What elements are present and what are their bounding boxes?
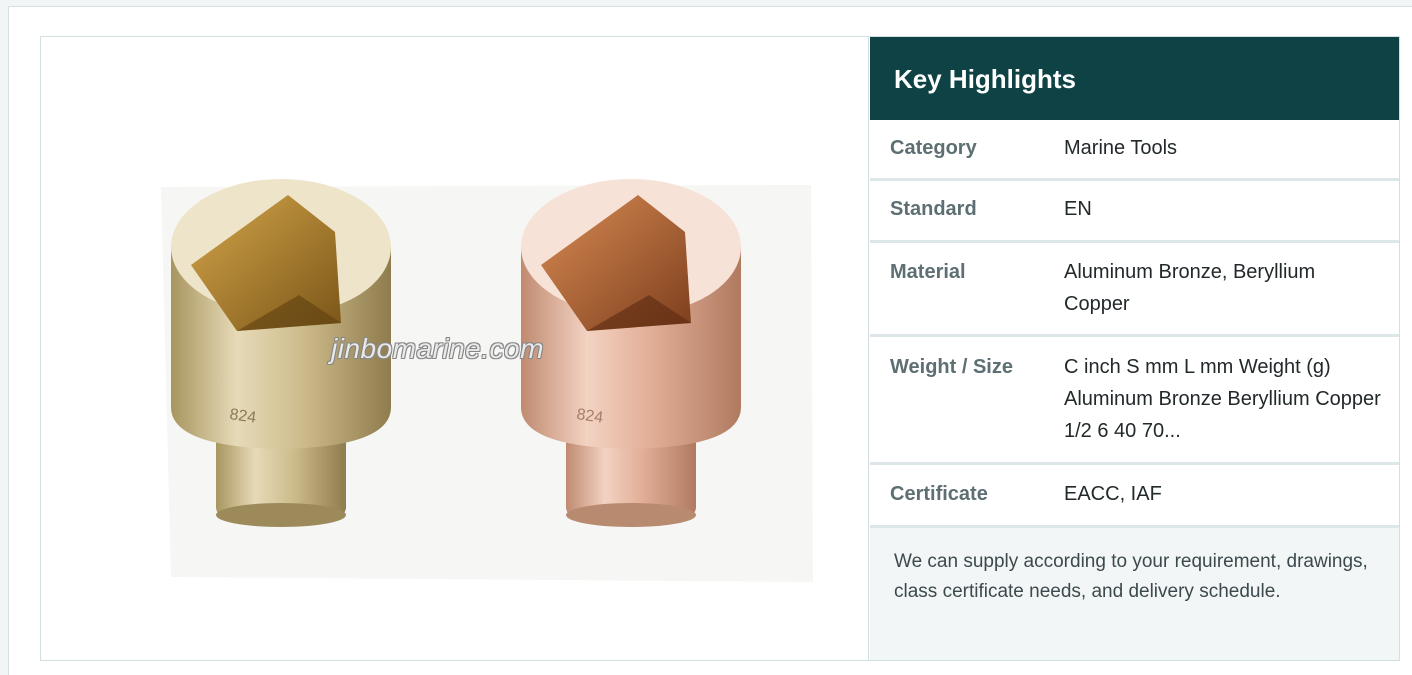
supply-note: We can supply according to your requirem…	[870, 528, 1399, 660]
key-highlights-panel: Key Highlights Category Marine Tools Sta…	[870, 37, 1399, 660]
highlight-row-category: Category Marine Tools	[870, 120, 1399, 181]
product-image[interactable]: 824 824 jinbomarine.com	[41, 37, 869, 660]
highlight-row-weight-size: Weight / Size C inch S mm L mm Weight (g…	[870, 337, 1399, 465]
page-container: 824 824 jinbomarine.com Key Highlights C…	[8, 6, 1412, 675]
highlight-row-material: Material Aluminum Bronze, Beryllium Copp…	[870, 243, 1399, 337]
highlight-value: Aluminum Bronze, Beryllium Copper	[1064, 261, 1316, 315]
highlight-value: Marine Tools	[1064, 137, 1178, 159]
highlight-key: Standard	[890, 198, 977, 220]
product-card: 824 824 jinbomarine.com Key Highlights C…	[40, 36, 1400, 661]
highlight-key: Certificate	[890, 483, 988, 505]
highlight-key: Material	[890, 261, 966, 283]
highlight-key: Category	[890, 137, 977, 159]
panel-title: Key Highlights	[870, 37, 1399, 120]
watermark: jinbomarine.com	[331, 333, 544, 364]
highlight-row-standard: Standard EN	[870, 181, 1399, 243]
highlight-key: Weight / Size	[890, 356, 1013, 378]
highlight-row-certificate: Certificate EACC, IAF	[870, 465, 1399, 528]
highlight-value: EACC, IAF	[1064, 483, 1162, 505]
highlight-value: C inch S mm L mm Weight (g) Aluminum Bro…	[1064, 356, 1381, 442]
highlight-value: EN	[1064, 198, 1092, 220]
